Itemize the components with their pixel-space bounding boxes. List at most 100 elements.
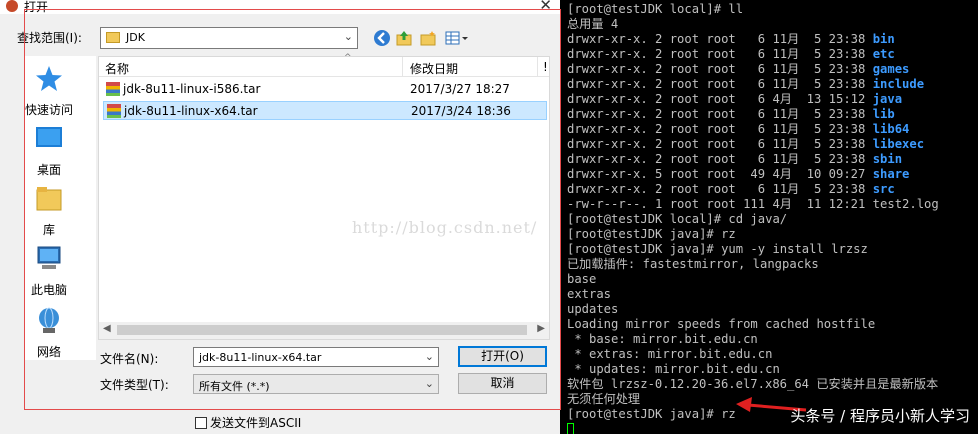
- terminal-line: drwxr-xr-x. 2 root root 6 11月 5 23:38 sr…: [567, 182, 978, 197]
- file-name: jdk-8u11-linux-i586.tar: [123, 82, 261, 96]
- terminal-line-text: Loading mirror speeds from cached hostfi…: [567, 317, 876, 331]
- place-desktop[interactable]: 桌面: [24, 124, 74, 178]
- dialog-titlebar: 打开 ✕: [0, 0, 560, 14]
- network-icon: [39, 307, 59, 333]
- terminal-line: extras: [567, 287, 978, 302]
- file-list[interactable]: 名称 ^ 修改日期 ! jdk-8u11-linux-i586.tar 2017…: [98, 53, 550, 340]
- terminal-line: [root@testJDK local]# cd java/: [567, 212, 978, 227]
- place-quick-access[interactable]: 快速访问: [24, 64, 74, 118]
- directory-name: share: [872, 167, 910, 181]
- terminal-line-text: drwxr-xr-x. 2 root root 6 11月 5 23:38: [567, 62, 873, 76]
- look-in-dropdown[interactable]: JDK ⌄: [100, 27, 358, 49]
- scroll-right-icon[interactable]: ▶: [537, 323, 545, 334]
- terminal-line-text: 软件包 lrzsz-0.12.20-36.el7.x86_64 已安装并且是最新…: [567, 377, 939, 391]
- file-type-label: 文件类型(T):: [100, 378, 169, 392]
- file-row-selected[interactable]: jdk-8u11-linux-x64.tar 2017/3/24 18:36: [103, 101, 547, 120]
- file-name: jdk-8u11-linux-x64.tar: [124, 104, 258, 118]
- terminal-line: [root@testJDK java]# yum -y install lrzs…: [567, 242, 978, 257]
- terminal-line-text: drwxr-xr-x. 2 root root 6 4月 13 15:12: [567, 92, 873, 106]
- library-folder-icon: [36, 187, 62, 211]
- horizontal-scrollbar[interactable]: ◀ ▶: [99, 322, 549, 339]
- directory-name: src: [872, 182, 895, 196]
- look-in-value: JDK: [126, 31, 145, 44]
- corner-watermark: 头条号 / 程序员小新人学习: [790, 407, 970, 425]
- place-library[interactable]: 库: [24, 184, 74, 238]
- terminal-line-text: drwxr-xr-x. 2 root root 6 11月 5 23:38: [567, 137, 873, 151]
- terminal-line-text: [root@testJDK java]# rz: [567, 227, 736, 241]
- place-label: 快速访问: [24, 103, 73, 117]
- terminal-line: drwxr-xr-x. 2 root root 6 11月 5 23:38 sb…: [567, 152, 978, 167]
- terminal-line-text: drwxr-xr-x. 2 root root 6 11月 5 23:38: [567, 77, 873, 91]
- terminal-line-text: * extras: mirror.bit.edu.cn: [567, 347, 773, 361]
- place-label: 库: [42, 223, 55, 237]
- terminal-line: -rw-r--r--. 1 root root 111 4月 11 12:21 …: [567, 197, 978, 212]
- terminal-line-text: extras: [567, 287, 612, 301]
- file-type-dropdown[interactable]: 所有文件 (*.*) ⌄: [193, 374, 439, 394]
- directory-name: java: [872, 92, 903, 106]
- file-name-input[interactable]: jdk-8u11-linux-x64.tar ⌄: [193, 347, 439, 367]
- terminal-line: [root@testJDK local]# ll: [567, 2, 978, 17]
- archive-file-icon: [106, 82, 120, 96]
- look-in-label: 查找范围(I):: [17, 31, 82, 45]
- archive-file-icon: [107, 104, 121, 118]
- chevron-down-icon: ⌄: [343, 30, 353, 43]
- computer-icon: [37, 246, 61, 269]
- place-label: 网络: [36, 345, 61, 359]
- view-menu-icon[interactable]: [445, 30, 469, 46]
- file-modified: 2017/3/24 18:36: [411, 104, 511, 118]
- terminal-line-text: 总用量 4: [567, 17, 619, 31]
- file-modified: 2017/3/27 18:27: [410, 82, 510, 96]
- terminal-line: * updates: mirror.bit.edu.cn: [567, 362, 978, 377]
- terminal-line: * base: mirror.bit.edu.cn: [567, 332, 978, 347]
- directory-name: lib: [872, 107, 895, 121]
- checkbox-box[interactable]: [195, 417, 207, 429]
- ascii-checkbox[interactable]: 发送文件到ASCII: [195, 414, 301, 431]
- terminal-line: base: [567, 272, 978, 287]
- terminal-line: Loading mirror speeds from cached hostfi…: [567, 317, 978, 332]
- up-folder-icon[interactable]: [396, 30, 412, 46]
- terminal-line: drwxr-xr-x. 2 root root 6 11月 5 23:38 bi…: [567, 32, 978, 47]
- place-network[interactable]: 网络: [24, 306, 74, 360]
- terminal-line: 总用量 4: [567, 17, 978, 32]
- place-this-pc[interactable]: 此电脑: [24, 244, 74, 298]
- column-extra-header[interactable]: !: [543, 60, 548, 74]
- directory-name: bin: [872, 32, 895, 46]
- ascii-checkbox-label: 发送文件到ASCII: [210, 416, 302, 430]
- terminal-line-text: updates: [567, 302, 619, 316]
- terminal-line: [root@testJDK java]# rz: [567, 227, 978, 242]
- terminal-line-text: 已加载插件: fastestmirror, langpacks: [567, 257, 819, 271]
- terminal-line-text: * updates: mirror.bit.edu.cn: [567, 362, 780, 376]
- star-icon: [36, 66, 62, 91]
- terminal-line-text: drwxr-xr-x. 2 root root 6 11月 5 23:38: [567, 107, 873, 121]
- place-label: 桌面: [36, 163, 61, 177]
- terminal-line-text: drwxr-xr-x. 2 root root 6 11月 5 23:38: [567, 122, 873, 136]
- file-name-label: 文件名(N):: [100, 352, 159, 366]
- terminal-line-text: [root@testJDK java]# yum -y install lrzs…: [567, 242, 868, 256]
- file-list-header: 名称 ^ 修改日期 !: [99, 53, 549, 77]
- terminal-line-text: [root@testJDK local]# cd java/: [567, 212, 788, 226]
- column-name-header[interactable]: 名称: [105, 60, 129, 77]
- terminal-cursor: [567, 423, 574, 434]
- close-icon[interactable]: ✕: [539, 0, 552, 14]
- open-button[interactable]: 打开(O): [458, 346, 547, 367]
- column-modified-header[interactable]: 修改日期: [410, 60, 458, 77]
- cancel-button[interactable]: 取消: [458, 373, 547, 394]
- scroll-left-icon[interactable]: ◀: [103, 323, 111, 334]
- places-bar: 快速访问 桌面 库 此电脑 网络: [24, 56, 96, 360]
- back-icon[interactable]: [374, 30, 390, 46]
- terminal-window[interactable]: [root@testJDK local]# ll 总用量 4 drwxr-xr-x.…: [560, 0, 978, 434]
- file-row[interactable]: jdk-8u11-linux-i586.tar 2017/3/27 18:27: [103, 80, 547, 99]
- terminal-line: drwxr-xr-x. 2 root root 6 11月 5 23:38 in…: [567, 77, 978, 92]
- scroll-thumb[interactable]: [117, 325, 527, 335]
- terminal-line: 软件包 lrzsz-0.12.20-36.el7.x86_64 已安装并且是最新…: [567, 377, 978, 392]
- blog-watermark: http://blog.csdn.net/: [352, 218, 538, 237]
- directory-name: libexec: [872, 137, 925, 151]
- terminal-line: drwxr-xr-x. 2 root root 6 11月 5 23:38 ga…: [567, 62, 978, 77]
- terminal-line-text: -rw-r--r--. 1 root root 111 4月 11 12:21 …: [567, 197, 939, 211]
- terminal-line-text: [root@testJDK local]# ll: [567, 2, 744, 16]
- terminal-line-text: drwxr-xr-x. 2 root root 6 11月 5 23:38: [567, 182, 873, 196]
- terminal-line: drwxr-xr-x. 2 root root 6 11月 5 23:38 li…: [567, 137, 978, 152]
- directory-name: sbin: [872, 152, 903, 166]
- chevron-down-icon[interactable]: ⌄: [425, 350, 434, 363]
- new-folder-icon[interactable]: [420, 30, 436, 46]
